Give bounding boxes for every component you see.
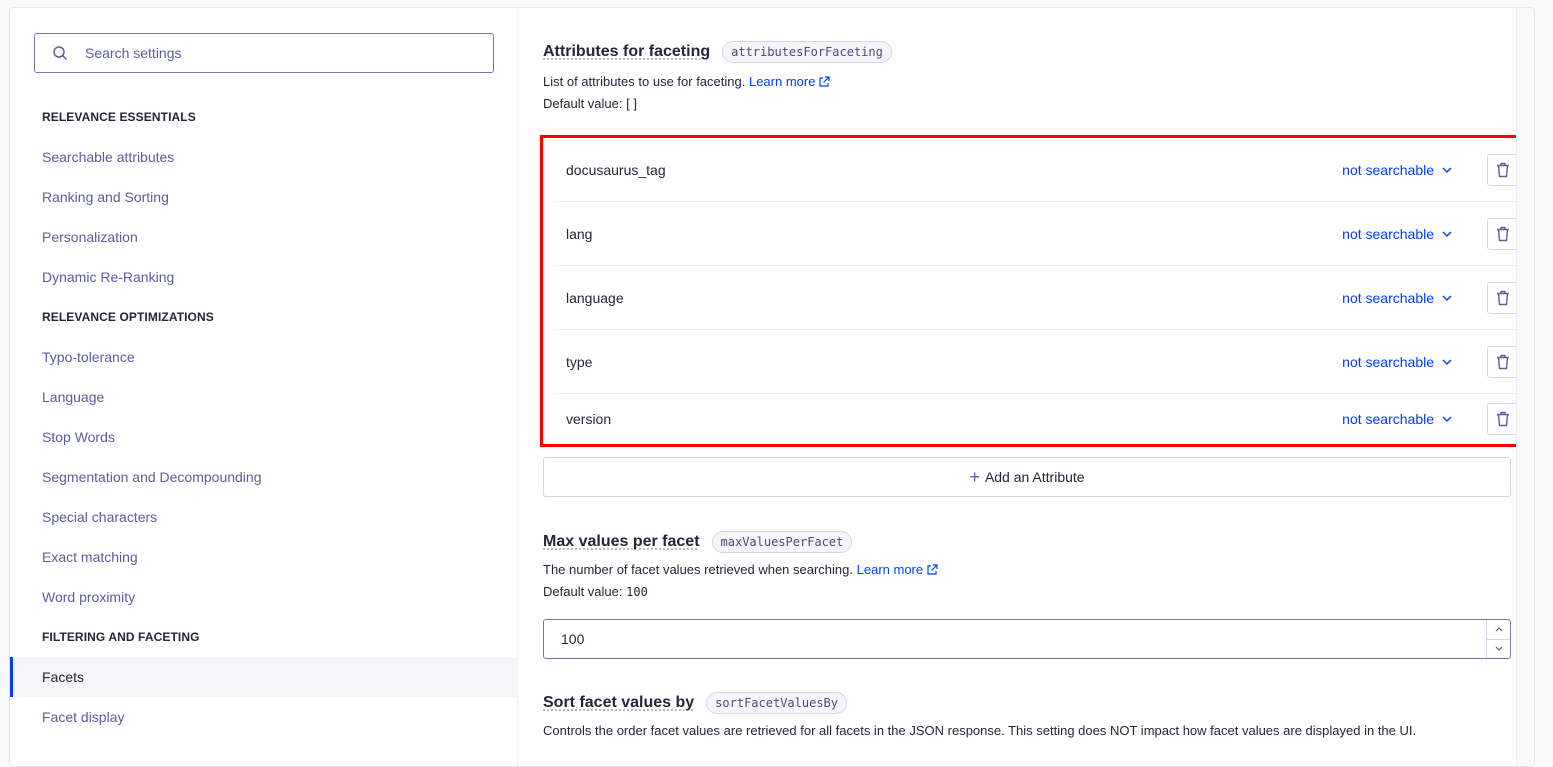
description-text: List of attributes to use for faceting. xyxy=(543,74,746,89)
learn-more-link[interactable]: Learn more xyxy=(748,74,831,89)
nav-heading-filtering-and-faceting: FILTERING AND FACETING xyxy=(42,630,200,644)
learn-more-link[interactable]: Learn more xyxy=(857,562,938,577)
sidebar-item-exact-matching[interactable]: Exact matching xyxy=(10,537,518,577)
sidebar-item-facets[interactable]: Facets xyxy=(10,657,518,697)
section-title: Attributes for faceting xyxy=(543,43,711,60)
attribute-name: docusaurus_tag xyxy=(566,161,666,178)
delete-attribute-button[interactable] xyxy=(1487,153,1519,186)
sidebar-item-word-proximity[interactable]: Word proximity xyxy=(10,577,518,617)
chevron-down-icon xyxy=(1442,295,1452,301)
chevron-down-icon xyxy=(1442,231,1452,237)
setting-code-badge: maxValuesPerFacet xyxy=(711,531,853,553)
max-values-per-facet-section: Max values per facet maxValuesPerFacet T… xyxy=(543,531,1511,602)
section-title: Sort facet values by xyxy=(543,694,695,711)
description-text: The number of facet values retrieved whe… xyxy=(543,562,854,577)
default-value-label: Default value: xyxy=(543,584,623,599)
delete-attribute-button[interactable] xyxy=(1487,345,1519,378)
setting-code-badge: sortFacetValuesBy xyxy=(706,692,847,714)
nav-heading-relevance-optimizations: RELEVANCE OPTIMIZATIONS xyxy=(42,310,214,324)
chevron-down-icon xyxy=(1442,416,1452,422)
attribute-row: type not searchable xyxy=(553,330,1519,394)
search-icon xyxy=(52,45,68,61)
learn-more-label: Learn more xyxy=(856,562,924,577)
chevron-down-icon xyxy=(1495,646,1503,652)
number-stepper[interactable] xyxy=(1486,620,1510,658)
setting-code-badge: attributesForFaceting xyxy=(722,41,892,63)
attribute-row: docusaurus_tag not searchable xyxy=(553,138,1519,202)
trash-icon xyxy=(1496,290,1510,306)
chevron-down-icon xyxy=(1442,167,1452,173)
settings-sidebar: RELEVANCE ESSENTIALS Searchable attribut… xyxy=(10,8,518,766)
decrement-button[interactable] xyxy=(1487,640,1510,659)
mode-label: not searchable xyxy=(1342,353,1434,370)
sidebar-item-typo-tolerance[interactable]: Typo-tolerance xyxy=(10,337,518,377)
faceting-attributes-list: docusaurus_tag not searchable lang not s… xyxy=(540,135,1532,447)
default-value: [ ] xyxy=(626,96,637,111)
sidebar-item-dynamic-re-ranking[interactable]: Dynamic Re-Ranking xyxy=(10,257,518,297)
chevron-up-icon xyxy=(1495,626,1503,632)
attribute-row: version not searchable xyxy=(553,394,1519,444)
delete-attribute-button[interactable] xyxy=(1487,281,1519,314)
learn-more-label: Learn more xyxy=(748,74,816,89)
external-link-icon xyxy=(818,74,831,94)
sidebar-item-facet-display[interactable]: Facet display xyxy=(10,697,518,737)
searchable-mode-dropdown[interactable]: not searchable xyxy=(1342,162,1452,178)
sidebar-item-stop-words[interactable]: Stop Words xyxy=(10,417,518,457)
section-description: List of attributes to use for faceting. … xyxy=(543,72,1511,114)
searchable-mode-dropdown[interactable]: not searchable xyxy=(1342,411,1452,427)
section-title: Max values per facet xyxy=(543,533,700,550)
attribute-name: lang xyxy=(566,225,593,242)
mode-label: not searchable xyxy=(1342,225,1434,242)
increment-button[interactable] xyxy=(1487,620,1510,640)
external-link-icon xyxy=(926,562,938,582)
default-value-label: Default value: xyxy=(543,96,623,111)
add-attribute-label: Add an Attribute xyxy=(984,469,1085,485)
trash-icon xyxy=(1496,411,1510,427)
max-values-per-facet-input[interactable] xyxy=(543,619,1511,659)
searchable-mode-dropdown[interactable]: not searchable xyxy=(1342,354,1452,370)
sidebar-item-personalization[interactable]: Personalization xyxy=(10,217,518,257)
section-description: Controls the order facet values are retr… xyxy=(543,723,1417,738)
trash-icon xyxy=(1496,354,1510,370)
search-settings-field[interactable] xyxy=(34,33,494,73)
searchable-mode-dropdown[interactable]: not searchable xyxy=(1342,290,1452,306)
section-description: The number of facet values retrieved whe… xyxy=(543,560,1511,602)
mode-label: not searchable xyxy=(1342,411,1434,427)
chevron-down-icon xyxy=(1442,359,1452,365)
sort-facet-values-section: Sort facet values by sortFacetValuesBy C… xyxy=(543,692,1511,741)
delete-attribute-button[interactable] xyxy=(1487,403,1519,435)
mode-label: not searchable xyxy=(1342,161,1434,178)
delete-attribute-button[interactable] xyxy=(1487,217,1519,250)
attributes-for-faceting-section: Attributes for faceting attributesForFac… xyxy=(543,41,1511,114)
default-value: 100 xyxy=(626,585,648,599)
attribute-name: version xyxy=(566,411,612,427)
scrollbar[interactable] xyxy=(1516,8,1534,766)
sidebar-item-special-characters[interactable]: Special characters xyxy=(10,497,518,537)
mode-label: not searchable xyxy=(1342,289,1434,306)
attribute-name: language xyxy=(566,289,624,306)
search-input[interactable] xyxy=(83,44,493,62)
nav-heading-relevance-essentials: RELEVANCE ESSENTIALS xyxy=(42,110,196,124)
sidebar-item-searchable-attributes[interactable]: Searchable attributes xyxy=(10,137,518,177)
sidebar-item-language[interactable]: Language xyxy=(10,377,518,417)
attribute-name: type xyxy=(566,353,593,370)
sidebar-item-segmentation[interactable]: Segmentation and Decompounding xyxy=(10,457,518,497)
trash-icon xyxy=(1496,226,1510,242)
attribute-row: language not searchable xyxy=(553,266,1519,330)
plus-icon: + xyxy=(969,467,980,487)
max-values-input[interactable] xyxy=(544,620,1486,658)
settings-card: RELEVANCE ESSENTIALS Searchable attribut… xyxy=(9,7,1535,767)
searchable-mode-dropdown[interactable]: not searchable xyxy=(1342,226,1452,242)
settings-nav: RELEVANCE ESSENTIALS Searchable attribut… xyxy=(10,97,518,737)
attribute-row: lang not searchable xyxy=(553,202,1519,266)
add-attribute-button[interactable]: + Add an Attribute xyxy=(543,457,1511,497)
trash-icon xyxy=(1496,162,1510,178)
sidebar-item-ranking-and-sorting[interactable]: Ranking and Sorting xyxy=(10,177,518,217)
